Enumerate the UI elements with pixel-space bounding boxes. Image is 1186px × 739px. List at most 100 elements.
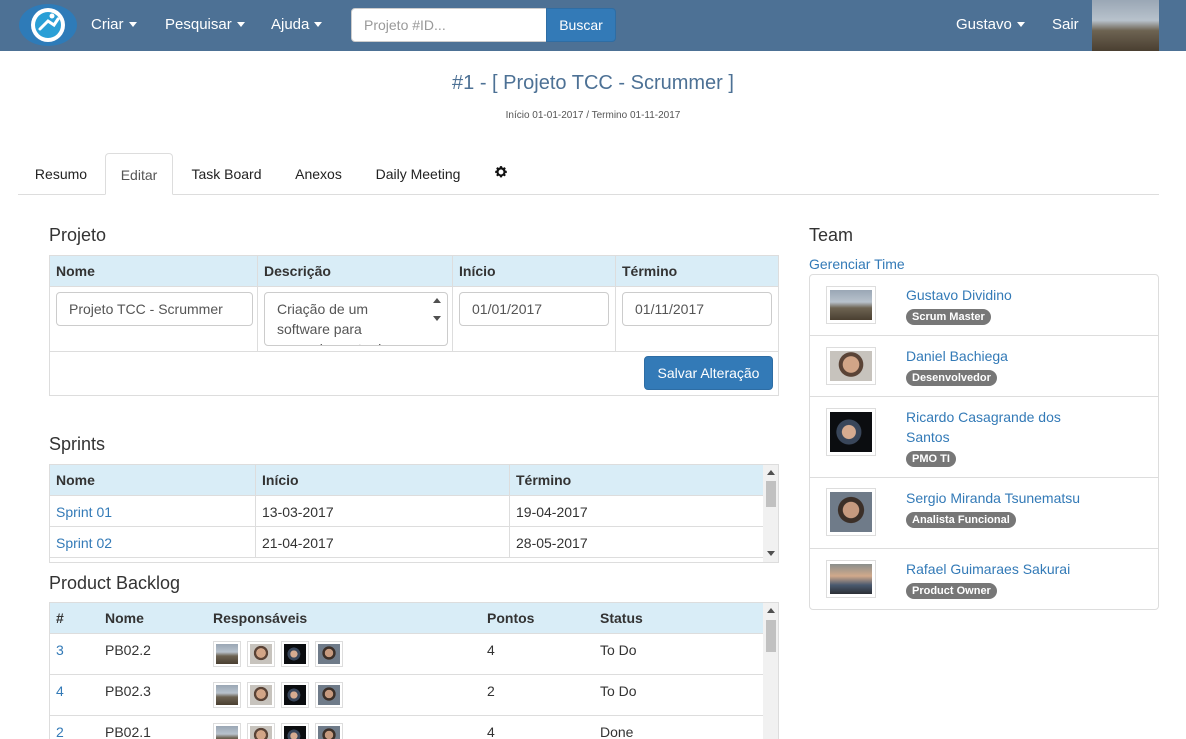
col-header-termino: Término (616, 256, 778, 287)
caret-down-icon (236, 22, 245, 27)
logout-link[interactable]: Sair (1052, 16, 1079, 33)
avatar (826, 408, 876, 456)
col-header-nome: Nome (50, 465, 256, 496)
col-header-nome: Nome (50, 256, 258, 287)
scroll-up-icon[interactable] (767, 470, 775, 475)
avatar (213, 641, 241, 667)
search-input[interactable] (351, 8, 547, 42)
search-button[interactable]: Buscar (546, 8, 616, 42)
sprint-link[interactable]: Sprint 01 (56, 504, 112, 520)
menu-criar-label: Criar (91, 16, 124, 33)
avatar (315, 682, 343, 708)
avatar (213, 723, 241, 739)
member-name-link[interactable]: Daniel Bachiega (906, 346, 1096, 366)
col-header-descricao: Descrição (258, 256, 453, 287)
tab-settings[interactable] (486, 153, 516, 195)
start-date-input[interactable] (459, 292, 609, 326)
avatar (247, 723, 275, 739)
avatar (281, 682, 309, 708)
col-header-nome: Nome (99, 603, 207, 634)
role-badge: PMO TI (906, 451, 956, 467)
tab-anexos[interactable]: Anexos (282, 153, 355, 195)
cell-status: To Do (600, 683, 637, 699)
role-badge: Scrum Master (906, 309, 991, 325)
manage-team-link[interactable]: Gerenciar Time (809, 256, 905, 272)
avatar (247, 641, 275, 667)
member-name-link[interactable]: Sergio Miranda Tsunematsu (906, 488, 1146, 508)
cell-nome: PB02.2 (105, 642, 151, 658)
page-title: #1 - [ Projeto TCC - Scrummer ] (452, 72, 734, 94)
cell-status: To Do (600, 642, 637, 658)
navbar: Criar Pesquisar Ajuda Buscar Gustavo Sai… (0, 0, 1186, 51)
cell-id: 3 (50, 634, 99, 666)
col-header-id: # (50, 603, 99, 634)
scroll-thumb[interactable] (766, 620, 776, 652)
end-date-input[interactable] (622, 292, 772, 326)
avatar (315, 723, 343, 739)
member-name-link[interactable]: Rafael Guimaraes Sakurai (906, 559, 1146, 579)
avatar (213, 682, 241, 708)
project-dates: Início 01-01-2017 / Termino 01-11-2017 (505, 110, 681, 121)
col-header-inicio: Início (453, 256, 616, 287)
sprints-scrollbar[interactable] (763, 465, 778, 562)
col-header-status: Status (594, 603, 764, 634)
project-name-input[interactable] (56, 292, 253, 326)
user-menu[interactable]: Gustavo (956, 16, 1025, 33)
scroll-down-icon[interactable] (433, 316, 441, 321)
avatar (315, 641, 343, 667)
sprint-link[interactable]: Sprint 02 (56, 535, 112, 551)
cell-id: 4 (50, 675, 99, 707)
save-changes-button[interactable]: Salvar Alteração (644, 356, 773, 390)
cell-termino: 28-05-2017 (510, 527, 764, 558)
avatar (826, 560, 876, 598)
menu-ajuda[interactable]: Ajuda (271, 16, 323, 33)
backlog-item-link[interactable]: 2 (56, 724, 64, 739)
backlog-item-link[interactable]: 3 (56, 642, 64, 658)
backlog-scrollbar[interactable] (763, 603, 778, 739)
menu-ajuda-label: Ajuda (271, 16, 310, 33)
cell-status: Done (600, 724, 634, 739)
role-badge: Product Owner (906, 583, 997, 599)
backlog-item-link[interactable]: 4 (56, 683, 64, 699)
menu-pesquisar[interactable]: Pesquisar (165, 16, 245, 33)
tab-resumo[interactable]: Resumo (18, 153, 104, 195)
cell-inicio: 21-04-2017 (256, 527, 510, 558)
user-avatar[interactable] (1092, 0, 1159, 51)
cell-inicio: 13-03-2017 (256, 496, 510, 527)
member-name-link[interactable]: Gustavo Dividino (906, 285, 1096, 305)
member-name-link[interactable]: Ricardo Casagrande dos Santos (906, 407, 1096, 447)
scroll-up-icon[interactable] (767, 608, 775, 613)
responsaveis (213, 723, 343, 739)
avatar (247, 682, 275, 708)
col-header-responsaveis: Responsáveis (207, 603, 481, 634)
col-header-inicio: Início (256, 465, 510, 496)
tab-task-board[interactable]: Task Board (178, 153, 275, 195)
cell-id: 2 (50, 716, 99, 739)
tab-daily-meeting[interactable]: Daily Meeting (364, 153, 472, 195)
projeto-section-title: Projeto (49, 225, 107, 245)
team-member: Rafael Guimaraes Sakurai Product Owner (810, 549, 1158, 610)
cell-nome: PB02.3 (105, 683, 151, 699)
team-member: Gustavo Dividino Scrum Master (810, 275, 1158, 336)
avatar (826, 488, 876, 536)
table-row: Sprint 02 (50, 527, 256, 558)
gear-icon (495, 166, 507, 178)
responsaveis (213, 682, 343, 708)
menu-pesquisar-label: Pesquisar (165, 16, 232, 33)
scroll-thumb[interactable] (766, 481, 776, 507)
scroll-up-icon[interactable] (433, 298, 441, 303)
role-badge: Desenvolvedor (906, 370, 997, 386)
team-member: Ricardo Casagrande dos Santos PMO TI (810, 397, 1158, 478)
description-scrollbar[interactable] (430, 294, 444, 330)
team-member: Sergio Miranda Tsunematsu Analista Funci… (810, 478, 1158, 549)
app-logo[interactable] (18, 3, 78, 47)
tab-editar[interactable]: Editar (105, 153, 173, 195)
menu-criar[interactable]: Criar (91, 16, 137, 33)
team-section-title: Team (809, 225, 854, 245)
caret-down-icon (128, 22, 137, 27)
col-header-pontos: Pontos (481, 603, 594, 634)
cell-pontos: 2 (487, 683, 495, 699)
sprints-table: Nome Início Término Sprint 01 13-03-2017… (49, 464, 779, 563)
scroll-down-icon[interactable] (767, 551, 775, 556)
project-description-textarea[interactable]: Criação de um software para gerenciament… (264, 292, 448, 346)
